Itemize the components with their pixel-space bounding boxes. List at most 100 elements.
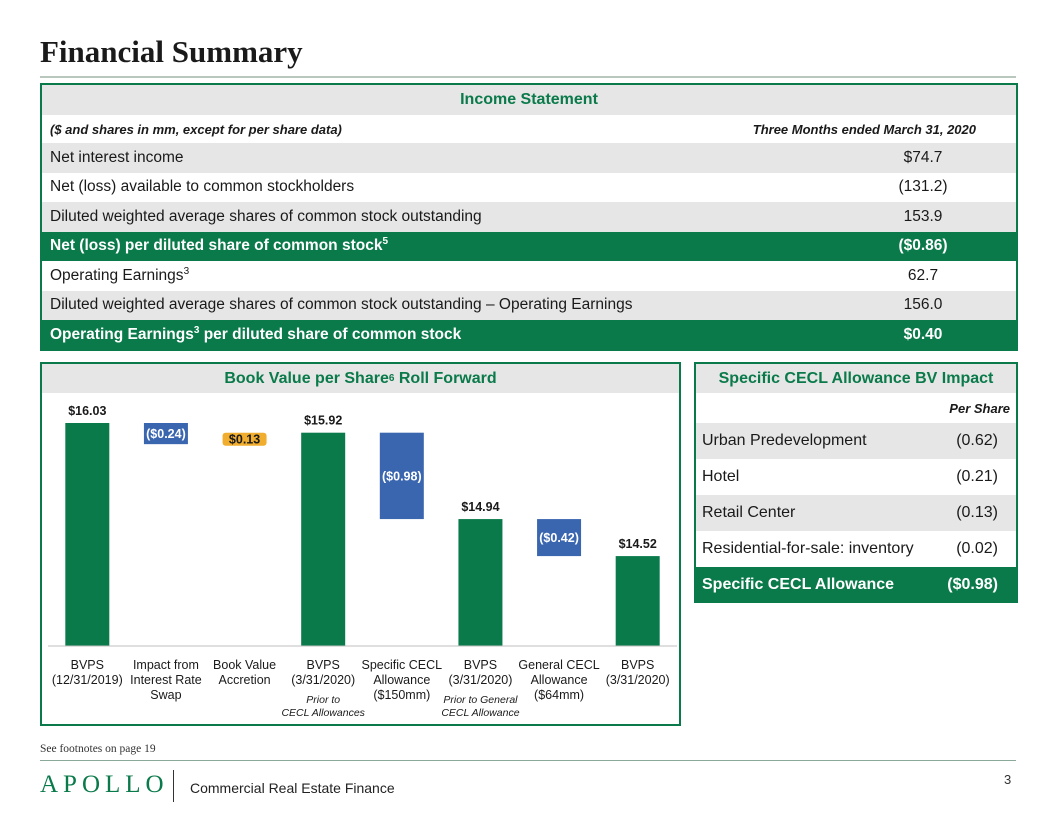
income-row-label-text: Operating Earnings [50,325,194,343]
cecl-impact-title: Specific CECL Allowance BV Impact [696,364,1016,393]
cecl-row: Retail Center (0.13) [696,495,1016,531]
cecl-row-label: Urban Predevelopment [702,432,867,449]
bar-value-label: $15.92 [304,414,342,428]
bar-value-label: $16.03 [68,404,106,418]
bar-value-label: ($0.42) [539,531,579,545]
income-row-value: $74.7 [903,148,943,166]
category-label: Swap [150,688,181,702]
category-note: CECL Allowance [441,707,519,719]
cecl-row-value: (0.02) [956,540,998,557]
category-label: Book Value [213,658,276,672]
book-value-panel: Book Value per Share 6 Roll Forward $16.0… [40,362,681,726]
category-label: (12/31/2019) [52,673,123,687]
category-label: (3/31/2020) [448,673,512,687]
category-label: Interest Rate [130,673,202,687]
income-row: Operating Earnings3 62.7 [42,261,1016,291]
period-header: Three Months ended March 31, 2020 [752,121,976,137]
income-row-value: 153.9 [903,207,943,225]
category-label: ($64mm) [534,688,584,702]
category-note: CECL Allowances [281,707,365,719]
footer-divider [40,760,1016,761]
apollo-logo: APOLLO [40,771,169,798]
income-row-value: 62.7 [907,266,939,284]
cecl-row-value: ($0.98) [947,576,998,593]
income-row-label-text: Diluted weighted average shares of commo… [50,207,482,225]
income-row-label: Operating Earnings3 [42,265,836,285]
cecl-row-label: Residential-for-sale: inventory [702,540,914,557]
category-label: (3/31/2020) [291,673,355,687]
category-label: BVPS [307,658,340,672]
waterfall-bar [301,432,346,646]
income-row-label-text: Net (loss) available to common stockhold… [50,178,355,196]
income-row-value: ($0.86) [898,237,948,255]
bar-value-label: $14.52 [619,537,657,551]
category-note: Prior to [306,694,340,706]
category-label: Specific CECL [362,658,443,672]
bar-value-label: $14.94 [461,500,499,514]
income-row: Diluted weighted average shares of commo… [42,202,1016,232]
income-row-value: $0.40 [903,325,943,343]
waterfall-bar [65,423,110,646]
category-label: BVPS [71,658,104,672]
cecl-row: Residential-for-sale: inventory (0.02) [696,531,1016,567]
bar-value-label: ($0.98) [382,469,422,483]
subbrand-label: Commercial Real Estate Finance [190,780,395,796]
income-row-value: 156.0 [903,296,943,314]
income-statement-subheader: ($ and shares in mm, except for per shar… [42,115,1016,143]
income-row: Operating Earnings3 per diluted share of… [42,320,1016,350]
per-share-header: Per Share [949,400,1010,416]
cecl-row: Hotel (0.21) [696,459,1016,495]
category-label: ($150mm) [373,688,430,702]
income-row-label-text: Operating Earnings [50,266,184,284]
footnote-reference: See footnotes on page 19 [40,743,156,755]
units-note: ($ and shares in mm, except for per shar… [50,121,342,137]
cecl-impact-panel: Specific CECL Allowance BV Impact Per Sh… [694,362,1018,603]
income-row-label: Net interest income [42,149,836,167]
category-label: BVPS [464,658,497,672]
category-label: Allowance [373,673,430,687]
income-row-label: Diluted weighted average shares of commo… [42,296,836,314]
income-row-label: Net (loss) available to common stockhold… [42,178,836,196]
book-value-waterfall-chart: $16.03BVPS(12/31/2019)($0.24)Impact from… [48,404,677,719]
category-label: (3/31/2020) [606,673,670,687]
category-note: Prior to General [443,694,518,706]
category-label: General CECL [518,658,599,672]
category-label: Accretion [219,673,271,687]
waterfall-bar [615,556,660,646]
income-row-label-text: Net interest income [50,148,184,166]
income-statement-panel: Income Statement ($ and shares in mm, ex… [40,83,1018,351]
income-row-label: Diluted weighted average shares of commo… [42,208,836,226]
waterfall-bar [458,519,503,646]
category-label: BVPS [621,658,654,672]
income-row: Net (loss) available to common stockhold… [42,173,1016,203]
income-row-value: (131.2) [898,178,948,196]
income-row-label-text: Diluted weighted average shares of commo… [50,296,633,314]
cecl-impact-rows: Urban Predevelopment (0.62) Hotel (0.21) Ret… [696,423,1016,603]
income-row-label: Operating Earnings3 per diluted share of… [42,325,836,344]
income-statement-title: Income Statement [42,85,1016,115]
income-row-label: Net (loss) per diluted share of common s… [42,237,836,255]
category-label: Impact from [133,658,199,672]
page-title: Financial Summary [40,34,303,69]
cecl-row-label: Hotel [702,468,740,485]
cecl-row-value: (0.21) [956,468,998,485]
income-row-label-tail: per diluted share of common stock [199,325,462,343]
cecl-row-label: Specific CECL Allowance [702,576,895,593]
cecl-row-label: Retail Center [702,504,796,521]
bar-value-label: ($0.24) [146,427,186,441]
logo-divider [173,770,174,802]
cecl-row: Urban Predevelopment (0.62) [696,423,1016,459]
bar-value-label: $0.13 [229,433,260,447]
cecl-row-value: (0.13) [956,504,998,521]
cecl-row: Specific CECL Allowance ($0.98) [696,567,1016,603]
income-statement-rows: Net interest income $74.7 Net (loss) avail… [42,143,1016,350]
category-label: Allowance [531,673,588,687]
income-row: Net interest income $74.7 [42,143,1016,173]
page-number: 3 [1004,772,1012,787]
income-row: Net (loss) per diluted share of common s… [42,231,1016,261]
footnote-marker: 5 [382,236,389,248]
title-divider [40,76,1016,78]
footnote-marker: 3 [183,265,190,277]
cecl-row-value: (0.62) [956,432,998,449]
income-row-label-text: Net (loss) per diluted share of common s… [50,237,383,255]
